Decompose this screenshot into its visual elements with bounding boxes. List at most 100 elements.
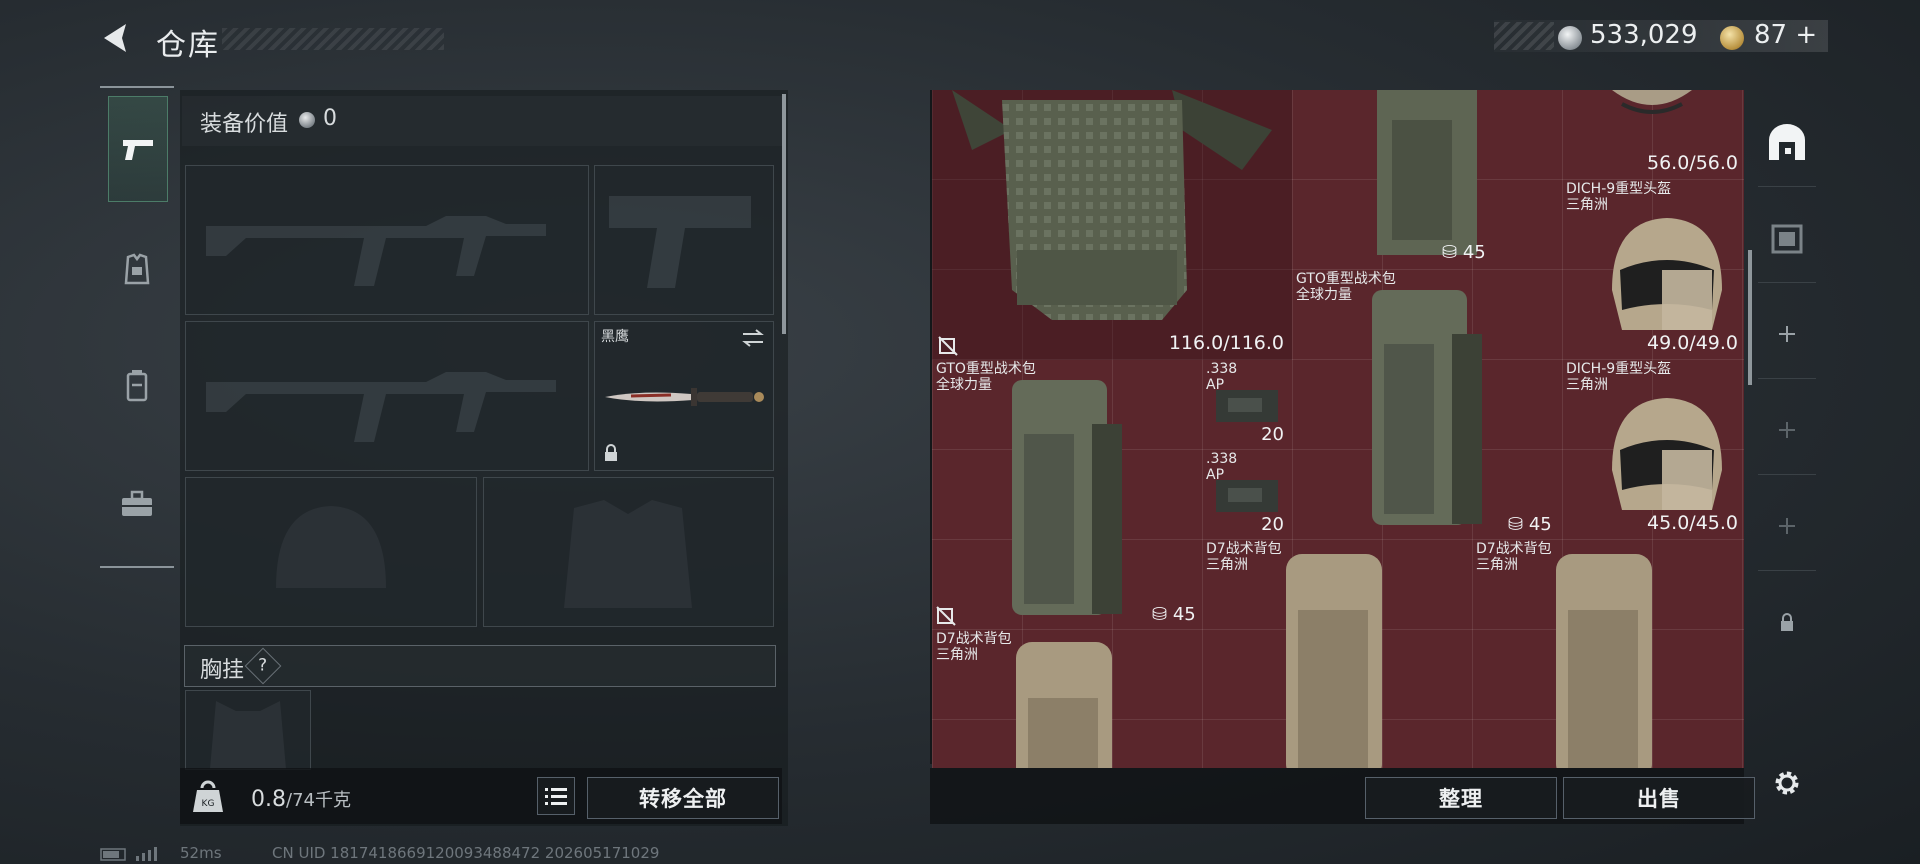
gold-balance[interactable]: 87 +	[1754, 20, 1817, 50]
stash-item-ammo-1[interactable]: .338 AP 20	[1202, 360, 1292, 450]
nav-tab-armor[interactable]	[108, 218, 166, 322]
chest-rig-slot[interactable]	[185, 690, 311, 770]
nav-tab-backpack[interactable]	[108, 334, 166, 438]
list-icon	[545, 788, 567, 805]
rail-add-page-2[interactable]	[1758, 386, 1816, 475]
item-count-value: 45	[1528, 514, 1552, 535]
briefcase-icon	[122, 490, 152, 516]
silver-coin-icon	[299, 112, 315, 128]
stash-item-gto-1[interactable]: GTO重型战术包 全球力量 ⛁ 45	[932, 360, 1202, 630]
title-decoration	[222, 28, 444, 50]
rail-stash-main[interactable]	[1758, 98, 1816, 187]
sidearm-slot[interactable]	[594, 165, 774, 315]
item-name: D7战术背包	[1206, 541, 1282, 557]
stash-item-d7-3[interactable]: D7战术背包 三角洲	[932, 630, 1202, 768]
currency-decoration	[1494, 22, 1554, 50]
page-title: 仓库	[156, 28, 220, 63]
stash-item-d7-2[interactable]: D7战术背包 三角洲	[1472, 540, 1742, 768]
stash-arch-icon	[1769, 124, 1805, 160]
item-subtitle: 三角洲	[1206, 557, 1248, 573]
stash-item-vest[interactable]: 116.0/116.0	[932, 90, 1292, 360]
item-count-value: 45	[1172, 604, 1196, 625]
transfer-all-button[interactable]: 转移全部	[587, 777, 779, 819]
pistol-silhouette-icon	[609, 196, 751, 288]
settings-gear-icon[interactable]	[1770, 766, 1804, 800]
equipment-value-label: 装备价值	[200, 112, 289, 137]
knife-icon	[605, 388, 764, 406]
nav-top-divider	[100, 86, 174, 88]
item-subtitle: 三角洲	[936, 647, 978, 663]
primary-weapon-slot[interactable]	[185, 165, 589, 315]
item-name: DICH-9重型头盔	[1566, 361, 1672, 377]
carry-weight: 0.8/74千克	[251, 786, 351, 812]
stash-grid[interactable]: 116.0/116.0 ⛁ 45 56.0/56.0 DICH-9重型头盔 三角…	[932, 90, 1744, 768]
ammo-box-image	[1216, 390, 1278, 422]
item-subtitle: 全球力量	[936, 377, 992, 393]
stash-item-ammo-2[interactable]: .338 AP 20	[1202, 450, 1292, 540]
svg-text:KG: KG	[202, 799, 215, 809]
ping-value: 52ms	[180, 844, 222, 862]
item-durability: 45.0/45.0	[1646, 512, 1738, 534]
weight-max: /74千克	[286, 790, 351, 811]
item-name: DICH-9重型头盔	[1566, 181, 1672, 197]
item-name: .338	[1206, 451, 1238, 467]
nav-tab-case[interactable]	[108, 452, 166, 556]
helmet-silhouette-icon	[276, 506, 386, 588]
item-count-value: 20	[1261, 424, 1284, 445]
backpack-image	[1016, 642, 1112, 768]
backpack-image	[1012, 380, 1122, 615]
item-subtitle: 全球力量	[1296, 287, 1352, 303]
body-armor-slot[interactable]	[483, 477, 774, 627]
help-glyph: ?	[258, 656, 268, 676]
melee-slot[interactable]: 黑鹰	[594, 321, 774, 471]
rail-add-page-1[interactable]	[1758, 290, 1816, 379]
backpack-image	[1556, 554, 1652, 768]
sell-button[interactable]: 出售	[1563, 777, 1755, 819]
weight-icon: KG	[193, 780, 223, 812]
rail-locked-page[interactable]	[1758, 578, 1816, 666]
stash-scrollbar[interactable]	[1748, 250, 1752, 385]
helmet-slot[interactable]	[185, 477, 477, 627]
backpack-image	[1286, 554, 1382, 768]
back-arrow-icon[interactable]	[96, 18, 136, 58]
item-durability: 49.0/49.0	[1646, 332, 1738, 354]
chest-rig-label: 胸挂	[200, 658, 245, 683]
organize-button[interactable]: 整理	[1365, 777, 1557, 819]
item-name: D7战术背包	[1476, 541, 1552, 557]
plus-icon	[1779, 518, 1795, 534]
stash-item-d7-1[interactable]: D7战术背包 三角洲	[1202, 540, 1472, 768]
item-count-value: 45	[1462, 242, 1486, 263]
stash-item-pack[interactable]: ⛁ 45	[1292, 90, 1562, 270]
lock-icon	[605, 444, 617, 461]
nav-bottom-divider	[100, 566, 174, 568]
secondary-weapon-slot[interactable]	[185, 321, 589, 471]
user-uid: CN UID 1817418669120093488472 2026051710…	[272, 844, 660, 862]
stash-item-helmet-1[interactable]: DICH-9重型头盔 三角洲 49.0/49.0	[1562, 180, 1742, 360]
stash-item-helmet-top[interactable]: 56.0/56.0	[1562, 90, 1742, 180]
plus-icon	[1779, 326, 1795, 342]
silver-balance: 533,029	[1590, 20, 1698, 50]
ammo-box-image	[1216, 480, 1278, 512]
nav-tab-weapons[interactable]	[108, 96, 168, 202]
item-name: .338	[1206, 361, 1238, 377]
weight-current: 0.8	[251, 787, 286, 812]
plate-carrier-image	[952, 90, 1272, 320]
stash-item-helmet-2[interactable]: DICH-9重型头盔 三角洲 45.0/45.0	[1562, 360, 1742, 540]
item-capacity: ⛁ 45	[1508, 514, 1552, 535]
battery-signal-icon	[100, 847, 157, 861]
pistol-icon	[123, 140, 153, 160]
item-durability: 56.0/56.0	[1646, 152, 1738, 174]
rifle-silhouette-icon	[206, 216, 546, 286]
armor-silhouette-icon	[564, 500, 692, 608]
lock-icon	[1781, 613, 1793, 631]
backpack-image	[1377, 90, 1477, 255]
list-view-button[interactable]	[537, 777, 575, 815]
rail-add-page-3[interactable]	[1758, 482, 1816, 571]
armor-vest-icon	[124, 253, 150, 285]
swap-icon[interactable]	[741, 328, 765, 348]
silver-coin-icon	[1558, 26, 1582, 50]
melee-name: 黑鹰	[601, 329, 629, 345]
equipment-value: 0	[323, 106, 337, 131]
rail-stash-2[interactable]	[1758, 194, 1816, 283]
equipment-scrollbar[interactable]	[782, 94, 786, 334]
